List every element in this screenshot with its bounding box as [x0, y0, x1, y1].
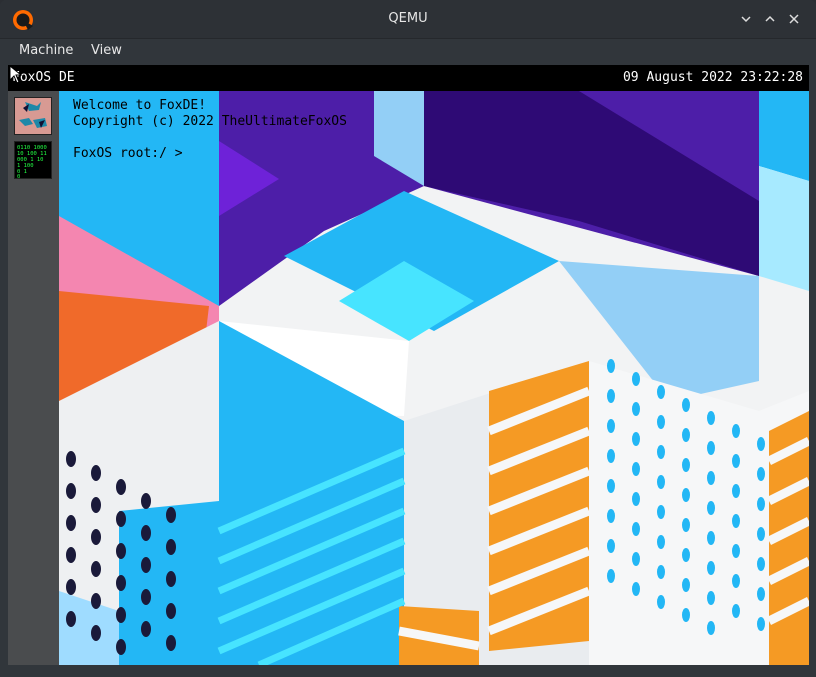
desktop-wallpaper[interactable]: Welcome to FoxDE! Copyright (c) 2022 The…: [59, 91, 809, 665]
menu-machine[interactable]: Machine: [17, 43, 75, 58]
copyright-line: Copyright (c) 2022 TheUltimateFoxOS: [73, 114, 347, 129]
terminal-output: Welcome to FoxDE! Copyright (c) 2022 The…: [73, 98, 347, 162]
maximize-button[interactable]: [762, 11, 778, 27]
guest-dock: 0110 1000 10 100 11 000 1 10 1 100 0 1 0: [8, 91, 59, 665]
shell-prompt[interactable]: FoxOS root:/ >: [73, 146, 183, 161]
clock-label: 09 August 2022 23:22:28: [622, 70, 803, 85]
fox-icon: [19, 102, 47, 128]
chevron-down-icon: [741, 16, 751, 23]
menu-view[interactable]: View: [89, 43, 124, 58]
svg-text:0: 0: [17, 174, 20, 178]
welcome-line: Welcome to FoxDE!: [73, 98, 207, 113]
menu-bar: Machine View: [0, 39, 816, 65]
guest-display[interactable]: FoxOS DE 09 August 2022 23:22:28 0110 10…: [8, 65, 809, 665]
matrix-app-icon[interactable]: 0110 1000 10 100 11 000 1 10 1 100 0 1 0: [14, 141, 52, 180]
wallpaper-geometric-art: [59, 91, 809, 665]
binary-code-icon: 0110 1000 10 100 11 000 1 10 1 100 0 1 0: [17, 145, 47, 180]
close-button[interactable]: [786, 11, 802, 27]
minimize-button[interactable]: [738, 11, 754, 27]
foxes-app-icon[interactable]: [14, 97, 52, 135]
qemu-window: QEMU Machine View FoxOS DE 09 August 202…: [0, 0, 816, 677]
title-bar[interactable]: QEMU: [0, 0, 816, 39]
mouse-pointer-icon: [9, 65, 23, 84]
close-icon: [789, 14, 799, 24]
chevron-up-icon: [765, 15, 775, 22]
window-title: QEMU: [388, 11, 428, 26]
guest-top-bar: FoxOS DE 09 August 2022 23:22:28: [8, 65, 809, 91]
